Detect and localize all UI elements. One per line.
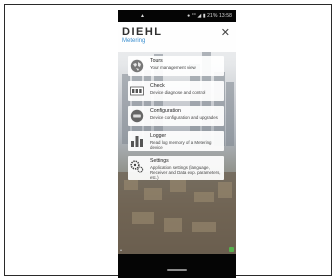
menu-item-description: Application settings (language, Receiver… (150, 165, 221, 180)
menu-item-description: Your management view (150, 65, 196, 70)
app-screen: DIEHL Metering ✕ Tours Your management v… (118, 22, 236, 254)
brand-logo: DIEHL (122, 26, 163, 38)
menu-item-title: Tours (150, 58, 163, 64)
menu-item-logger[interactable]: Logger Read log memory of a Metering dev… (128, 131, 224, 151)
menu-item-title: Check (150, 83, 165, 89)
bar-chart-icon (131, 136, 143, 147)
globe-icon (130, 59, 144, 73)
menu-item-description: Device diagnose and control (150, 90, 206, 95)
menu-item-title: Logger (150, 133, 167, 139)
bottom-left-glyph: ▴ (120, 247, 123, 252)
menu-item-title: Configuration (150, 108, 181, 114)
menu-item-settings[interactable]: Settings Application settings (language,… (128, 156, 224, 180)
phone-screen: ▲ ● °° ◢ ▮ 21% 13:58 DIEHL Metering ✕ To… (118, 10, 236, 278)
menu-item-check[interactable]: Check Device diagnose and control (128, 81, 224, 101)
menu-item-configuration[interactable]: Configuration Device configuration and u… (128, 106, 224, 126)
status-indicators: ● °° ◢ ▮ 21% 13:58 (187, 13, 232, 19)
status-bar: ▲ ● °° ◢ ▮ 21% 13:58 (118, 10, 236, 22)
gears-icon (130, 160, 144, 173)
status-indicator-icon (229, 247, 234, 252)
status-left-icon: ▲ (140, 13, 145, 19)
menu-item-description: Device configuration and upgrades (150, 115, 218, 120)
app-header: DIEHL Metering ✕ (118, 22, 236, 52)
close-icon[interactable]: ✕ (221, 26, 230, 39)
menu-item-tours[interactable]: Tours Your management view (128, 56, 224, 76)
counter-icon (130, 86, 144, 96)
navigation-bar (118, 254, 236, 278)
menu-item-title: Settings (150, 158, 169, 164)
router-icon (130, 109, 144, 123)
menu-item-description: Read log memory of a Metering device (150, 140, 212, 150)
home-indicator[interactable] (167, 269, 187, 271)
brand-subtitle: Metering (122, 38, 146, 44)
